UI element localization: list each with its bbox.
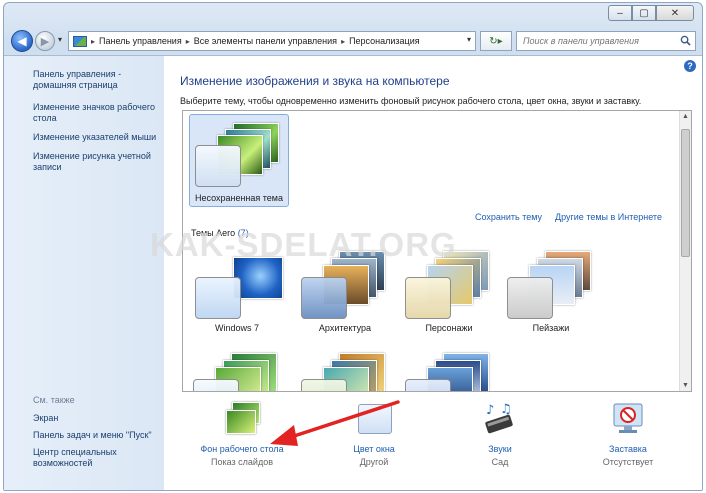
sidebar-item-account-picture[interactable]: Изменение рисунка учетной записи: [33, 151, 161, 173]
window-color-setting[interactable]: Цвет окна Другой: [314, 396, 434, 467]
search-box[interactable]: [516, 31, 696, 51]
desktop-background-link[interactable]: Фон рабочего стола: [182, 444, 302, 454]
more-themes-link[interactable]: Другие темы в Интернете: [555, 212, 662, 222]
main-pane: Панель управления - домашняя страница Из…: [4, 55, 702, 490]
address-dropdown-icon[interactable]: ▾: [467, 35, 471, 44]
maximize-button[interactable]: ▢: [632, 5, 656, 21]
content-area: ? Изменение изображения и звука на компь…: [164, 56, 702, 490]
sidebar-item-mouse-pointers[interactable]: Изменение указателей мыши: [33, 132, 161, 143]
minimize-button[interactable]: –: [608, 5, 632, 21]
theme-label: Windows 7: [214, 323, 259, 333]
desktop-background-setting[interactable]: Фон рабочего стола Показ слайдов: [182, 396, 302, 467]
sidebar-item-ease-of-access[interactable]: Центр специальных возможностей: [33, 447, 161, 469]
recent-pages-chevron-icon[interactable]: ▾: [58, 35, 62, 44]
theme-label: Несохраненная тема: [194, 193, 284, 203]
search-input[interactable]: [523, 36, 673, 46]
breadcrumb-separator-icon[interactable]: ▸: [91, 37, 95, 46]
theme-label: Пейзажи: [532, 323, 570, 333]
breadcrumb-personalization[interactable]: Персонализация: [349, 36, 420, 46]
breadcrumb-all-items[interactable]: Все элементы панели управления: [194, 36, 337, 46]
breadcrumb-control-panel[interactable]: Панель управления: [99, 36, 182, 46]
window-color-link[interactable]: Цвет окна: [314, 444, 434, 454]
screensaver-setting[interactable]: Заставка Отсутствует: [568, 396, 688, 467]
theme-countries[interactable]: [399, 347, 499, 391]
breadcrumb-separator-icon[interactable]: ▸: [186, 37, 190, 46]
page-title: Изменение изображения и звука на компьют…: [180, 74, 450, 88]
personalization-settings: Фон рабочего стола Показ слайдов Цвет ок…: [182, 396, 692, 490]
theme-preview: [299, 351, 391, 391]
sidebar: Панель управления - домашняя страница Из…: [4, 56, 164, 490]
sounds-value: Сад: [491, 457, 509, 467]
window-color-value: Другой: [359, 457, 389, 467]
screensaver-value: Отсутствует: [602, 457, 654, 467]
theme-preview: [505, 249, 597, 321]
navigation-bar: ◀ ▶ ▾ ▸ Панель управления ▸ Все элементы…: [4, 27, 702, 53]
caption-buttons: – ▢ ✕: [608, 5, 694, 21]
theme-label: Персонажи: [425, 323, 473, 333]
help-icon[interactable]: ?: [684, 60, 696, 72]
theme-list-scrollbar[interactable]: ▲ ▼: [679, 111, 691, 391]
theme-preview: [193, 119, 285, 191]
page-subtitle: Выберите тему, чтобы одновременно измени…: [180, 96, 642, 106]
address-bar[interactable]: ▸ Панель управления ▸ Все элементы панел…: [68, 31, 476, 51]
scroll-thumb[interactable]: [681, 129, 690, 257]
control-panel-icon: [73, 35, 87, 47]
scroll-up-icon[interactable]: ▲: [682, 113, 689, 120]
breadcrumb-separator-icon[interactable]: ▸: [341, 37, 345, 46]
window-color-icon: [354, 402, 394, 438]
desktop-background-value: Показ слайдов: [211, 457, 273, 467]
search-icon[interactable]: [680, 35, 691, 46]
screensaver-link[interactable]: Заставка: [568, 444, 688, 454]
save-theme-link[interactable]: Сохранить тему: [475, 212, 542, 222]
svg-text:♫: ♫: [500, 402, 512, 417]
sidebar-item-home[interactable]: Панель управления - домашняя страница: [33, 69, 161, 91]
back-button[interactable]: ◀: [11, 30, 33, 52]
theme-nature[interactable]: [187, 347, 287, 391]
sounds-link[interactable]: Звуки: [440, 444, 560, 454]
theme-preview: [191, 351, 283, 391]
svg-text:♪: ♪: [486, 403, 494, 418]
sidebar-item-display[interactable]: Экран: [33, 413, 161, 424]
theme-scenes[interactable]: [295, 347, 395, 391]
watermark-text: KAK-SDELAT.ORG: [150, 226, 457, 263]
theme-unsaved[interactable]: Несохраненная тема: [189, 114, 289, 207]
see-also-heading: См. также: [33, 395, 75, 405]
sounds-icon: ♪ ♫: [480, 402, 520, 438]
close-button[interactable]: ✕: [656, 5, 694, 21]
forward-button[interactable]: ▶: [35, 31, 55, 51]
scroll-down-icon[interactable]: ▼: [682, 382, 689, 389]
theme-preview: [403, 351, 495, 391]
sounds-setting[interactable]: ♪ ♫ Звуки Сад: [440, 396, 560, 467]
sidebar-item-desktop-icons[interactable]: Изменение значков рабочего стола: [33, 102, 161, 124]
refresh-button[interactable]: ↻▸: [480, 31, 512, 51]
screensaver-icon: [608, 402, 648, 438]
desktop-background-icon: [222, 402, 262, 438]
sidebar-item-taskbar[interactable]: Панель задач и меню "Пуск": [33, 430, 161, 441]
theme-landscapes[interactable]: Пейзажи: [501, 245, 601, 333]
theme-label: Архитектура: [318, 323, 372, 333]
